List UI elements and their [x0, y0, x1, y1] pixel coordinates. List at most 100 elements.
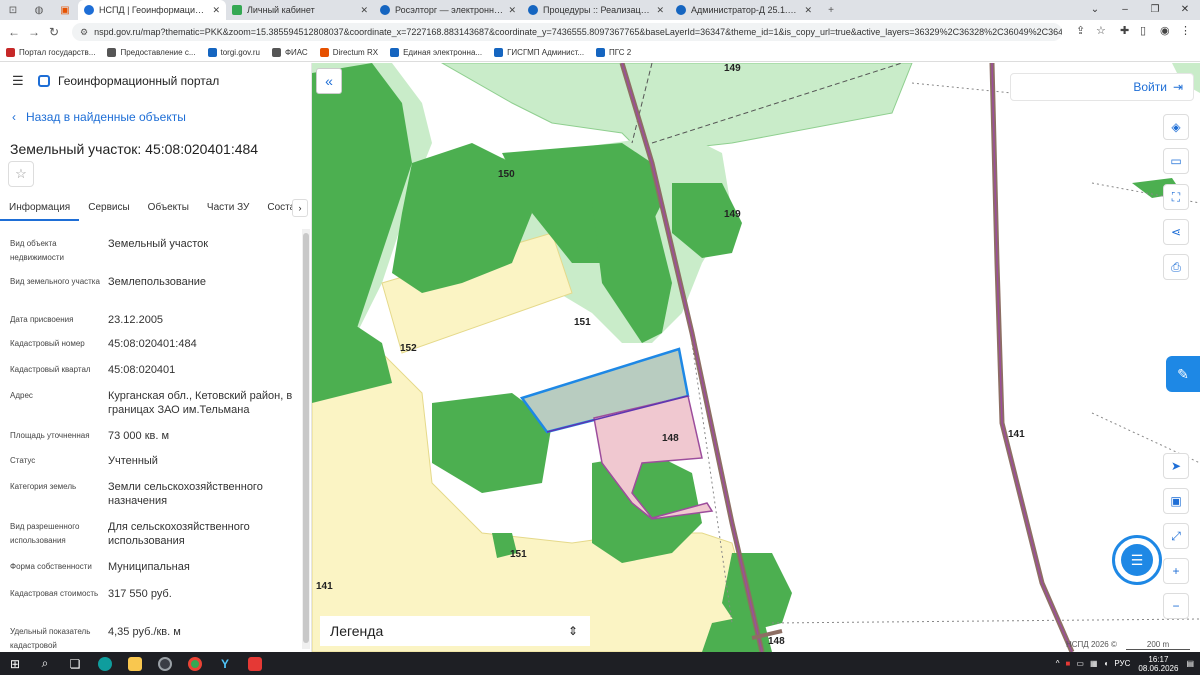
- legend-panel[interactable]: Легенда ⇕: [320, 616, 590, 646]
- zoom-in-button[interactable]: +: [1163, 558, 1189, 584]
- bookmark-fias[interactable]: ФИАС: [271, 48, 308, 57]
- acrobat-button[interactable]: [240, 652, 270, 675]
- tab-services[interactable]: Сервисы: [79, 197, 138, 221]
- chrome-ext-button[interactable]: [150, 652, 180, 675]
- site-info-icon[interactable]: ⚙: [80, 27, 88, 38]
- minimap-icon: ▣: [1170, 494, 1182, 508]
- property-key: Кадастровая стоимость: [10, 589, 99, 598]
- bookmark-eis[interactable]: Единая электронна...: [390, 48, 482, 57]
- help-tab[interactable]: ✎: [1166, 356, 1200, 392]
- tabs-scroll-right-icon[interactable]: ›: [292, 199, 308, 217]
- back-icon[interactable]: ←: [4, 25, 24, 39]
- login-button[interactable]: Войти ⇥: [1010, 73, 1194, 101]
- back-to-results-link[interactable]: ‹ Назад в найденные объекты: [0, 99, 311, 135]
- tab-information[interactable]: Информация: [0, 197, 80, 221]
- select-area-button[interactable]: ⛶: [1163, 184, 1189, 210]
- close-tab-icon[interactable]: ✕: [212, 5, 220, 16]
- tray-icon[interactable]: ▭: [1076, 659, 1084, 668]
- network-icon[interactable]: ▦: [1090, 659, 1098, 668]
- new-tab-button[interactable]: +: [818, 0, 844, 20]
- favorite-star-icon[interactable]: ☆: [8, 161, 34, 187]
- fullscreen-button[interactable]: ⤢: [1163, 523, 1189, 549]
- bookmark-pgs[interactable]: ПГС 2: [596, 48, 631, 57]
- hamburger-menu-icon[interactable]: ☰: [12, 73, 24, 89]
- search-button[interactable]: ⌕: [30, 652, 60, 675]
- minimize-icon[interactable]: –: [1110, 0, 1140, 20]
- panel-scrollbar-thumb[interactable]: [303, 233, 309, 643]
- tab-parts[interactable]: Части ЗУ: [198, 197, 258, 221]
- tab-nspd[interactable]: НСПД | Геоинформационный по ✕: [78, 0, 226, 20]
- bookmark-icon: [596, 48, 606, 57]
- edge-button[interactable]: [90, 652, 120, 675]
- tab-admin[interactable]: Администратор-Д 25.1.350.417 ✕: [670, 0, 818, 20]
- browser-icon[interactable]: ◍: [26, 0, 52, 20]
- tray-icon[interactable]: ■: [1066, 659, 1071, 668]
- extensions-icon[interactable]: ✚: [1120, 24, 1129, 37]
- tab-procedures[interactable]: Процедуры :: Реализация госим ✕: [522, 0, 670, 20]
- property-key: Вид разрешенного использования: [10, 522, 80, 545]
- close-tab-icon[interactable]: ✕: [508, 5, 516, 16]
- folder-icon: [128, 656, 142, 671]
- menu-icon[interactable]: ⋮: [1180, 24, 1191, 37]
- share-icon[interactable]: ⇪: [1076, 24, 1085, 37]
- task-view-button[interactable]: ❏: [60, 652, 90, 675]
- bookmark-icon: [319, 48, 329, 57]
- property-key: Форма собственности: [10, 562, 92, 571]
- bookmark-gosuslugi[interactable]: Портал государств...: [6, 48, 95, 57]
- bookmark-directum[interactable]: Directum RX: [319, 48, 379, 57]
- map-label-151b: 151: [510, 549, 527, 560]
- tab-objects[interactable]: Объекты: [139, 197, 198, 221]
- map-label-152: 152: [400, 343, 417, 354]
- yandex-button[interactable]: Y: [210, 652, 240, 675]
- fullscreen-icon: ⤢: [1171, 529, 1181, 543]
- close-window-icon[interactable]: ✕: [1170, 0, 1200, 20]
- notifications-icon[interactable]: ▤: [1186, 659, 1194, 668]
- bookmark-torgi[interactable]: torgi.gov.ru: [207, 48, 260, 57]
- sidepanel-icon[interactable]: ▯: [1140, 24, 1146, 37]
- start-button[interactable]: ⊞: [0, 652, 30, 675]
- reload-icon[interactable]: ↻: [44, 25, 64, 39]
- share-map-button[interactable]: ⋖: [1163, 219, 1189, 245]
- tab-search-icon[interactable]: ⊡: [0, 0, 26, 20]
- measure-button[interactable]: ▭: [1163, 148, 1189, 174]
- close-tab-icon[interactable]: ✕: [360, 5, 368, 16]
- locate-button[interactable]: ➤: [1163, 453, 1189, 479]
- close-tab-icon[interactable]: ✕: [656, 5, 664, 16]
- bookmark-star-icon[interactable]: ☆: [1096, 24, 1106, 37]
- zoom-out-button[interactable]: −: [1163, 593, 1189, 619]
- map-canvas[interactable]: 150 149 151 152 148 141 151 141 148 149: [312, 63, 1200, 652]
- property-value: Курганская обл., Кетовский район, в гран…: [108, 390, 293, 416]
- bookmark-app-icon[interactable]: ▣: [52, 0, 78, 20]
- property-value: Для сельскохозяйственного использования: [108, 521, 250, 547]
- volume-icon[interactable]: ◖: [1104, 659, 1109, 668]
- tab-cabinet[interactable]: Личный кабинет ✕: [226, 0, 374, 20]
- minimap-button[interactable]: ▣: [1163, 488, 1189, 514]
- browser-tab-bar: ⊡ ◍ ▣ НСПД | Геоинформационный по ✕ Личн…: [0, 0, 1200, 20]
- collapse-panel-button[interactable]: «: [316, 68, 342, 94]
- clock[interactable]: 16:17 08.06.2026: [1138, 655, 1178, 673]
- chrome-button[interactable]: [180, 652, 210, 675]
- close-tab-icon[interactable]: ✕: [804, 5, 812, 16]
- bookmark-gisgmp[interactable]: ГИСГМП Админист...: [494, 48, 584, 57]
- language-indicator[interactable]: РУС: [1114, 659, 1130, 668]
- bookmark-label: Directum RX: [332, 48, 379, 57]
- info-tabs: Информация Сервисы Объекты Части ЗУ Сост…: [0, 197, 311, 221]
- explorer-button[interactable]: [120, 652, 150, 675]
- bookmark-predostavlenie[interactable]: Предоставление с...: [107, 48, 196, 57]
- profile-icon[interactable]: ◉: [1160, 24, 1170, 37]
- tab-list-icon[interactable]: ⌄: [1080, 0, 1110, 20]
- portal-header: ☰ Геоинформационный портал: [0, 63, 311, 99]
- pdf-icon: [248, 656, 262, 671]
- url-field[interactable]: ⚙ nspd.gov.ru/map?thematic=PKK&zoom=15.3…: [72, 23, 1062, 41]
- maximize-icon[interactable]: ❐: [1140, 0, 1170, 20]
- forward-icon[interactable]: →: [24, 25, 44, 39]
- chat-button[interactable]: ☰: [1112, 535, 1162, 585]
- property-key: Удельный показатель кадастровой: [10, 627, 91, 650]
- search-icon: ⌕: [41, 656, 49, 670]
- tab-roseltorg[interactable]: Росэлторг — электронная торг ✕: [374, 0, 522, 20]
- tray-chevron-icon[interactable]: ^: [1056, 659, 1060, 668]
- login-label: Войти: [1133, 80, 1167, 94]
- print-button[interactable]: ⎙: [1163, 254, 1189, 280]
- layers-button[interactable]: ◈: [1163, 114, 1189, 140]
- property-value: Земельный участок: [108, 238, 209, 250]
